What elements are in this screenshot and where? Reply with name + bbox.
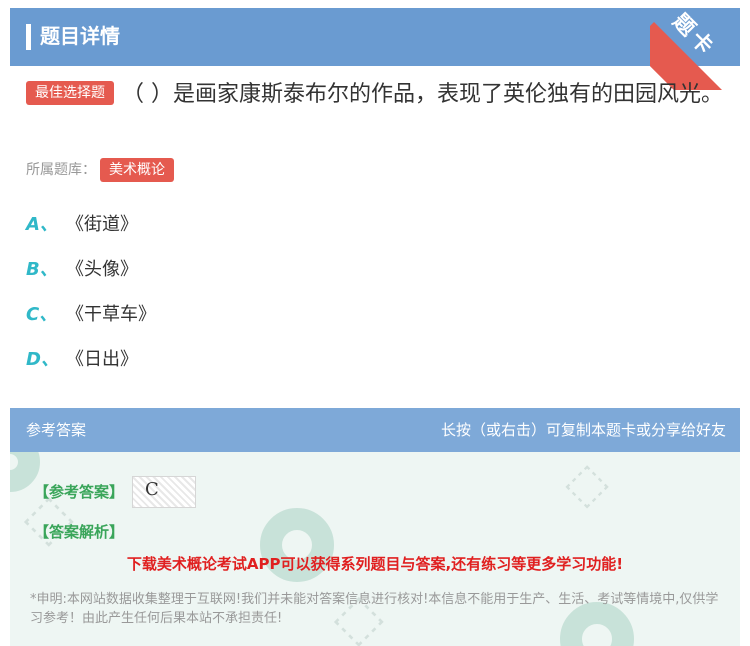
question-card: 题目详情 题卡 最佳选择题（ ）是画家康斯泰布尔的作品，表现了英伦独有的田园风光… bbox=[0, 0, 750, 646]
option-c[interactable]: C、 《干草车》 bbox=[26, 300, 156, 330]
analysis-label: 【答案解析】 bbox=[34, 523, 125, 541]
bank-label: 所属题库： bbox=[26, 162, 96, 178]
answer-body: ⬚ ⬚ ⬚ 【参考答案】 C 【答案解析】 下载美术概论考试APP可以获得系列题… bbox=[10, 452, 740, 646]
card-header: 题目详情 bbox=[10, 8, 740, 66]
option-a[interactable]: A、 《街道》 bbox=[26, 210, 138, 240]
header-accent-bar bbox=[26, 24, 31, 50]
question-bank-row: 所属题库： 美术概论 bbox=[26, 158, 174, 182]
option-d[interactable]: D、 《日出》 bbox=[26, 345, 138, 375]
option-text: 《干草车》 bbox=[66, 304, 156, 325]
share-hint: 长按（或右击）可复制本题卡或分享给好友 bbox=[440, 421, 726, 439]
answer-image: C bbox=[132, 476, 196, 508]
answer-section-title: 参考答案 bbox=[26, 421, 87, 439]
option-text: 《头像》 bbox=[66, 259, 138, 280]
option-letter: D、 bbox=[26, 349, 59, 370]
question-stem: 最佳选择题 （ ）是画家康斯泰布尔的作品，表现了英伦独有的田园风光。 bbox=[26, 76, 726, 114]
question-type-badge: 最佳选择题 bbox=[26, 81, 114, 105]
option-text: 《街道》 bbox=[66, 214, 138, 235]
watermark-glyph-icon: ⬚ bbox=[559, 455, 619, 515]
option-b[interactable]: B、 《头像》 bbox=[26, 255, 138, 285]
disclaimer-text: *申明:本网站数据收集整理于互联网!我们并未能对答案信息进行核对!本信息不能用于… bbox=[30, 592, 719, 626]
option-letter: C、 bbox=[26, 304, 58, 325]
option-text: 《日出》 bbox=[66, 349, 138, 370]
question-text: （ ）是画家康斯泰布尔的作品，表现了英伦独有的田园风光。 bbox=[122, 82, 723, 107]
bank-tag[interactable]: 美术概论 bbox=[100, 158, 174, 182]
option-letter: A、 bbox=[26, 214, 58, 235]
answer-header: 参考答案 长按（或右击）可复制本题卡或分享给好友 bbox=[10, 408, 740, 452]
answer-value: C bbox=[145, 479, 159, 500]
app-download-link[interactable]: 下载美术概论考试APP可以获得系列题目与答案,还有练习等更多学习功能! bbox=[10, 552, 740, 576]
answer-label: 【参考答案】 bbox=[34, 483, 125, 501]
option-letter: B、 bbox=[26, 259, 58, 280]
page-title: 题目详情 bbox=[40, 24, 120, 48]
